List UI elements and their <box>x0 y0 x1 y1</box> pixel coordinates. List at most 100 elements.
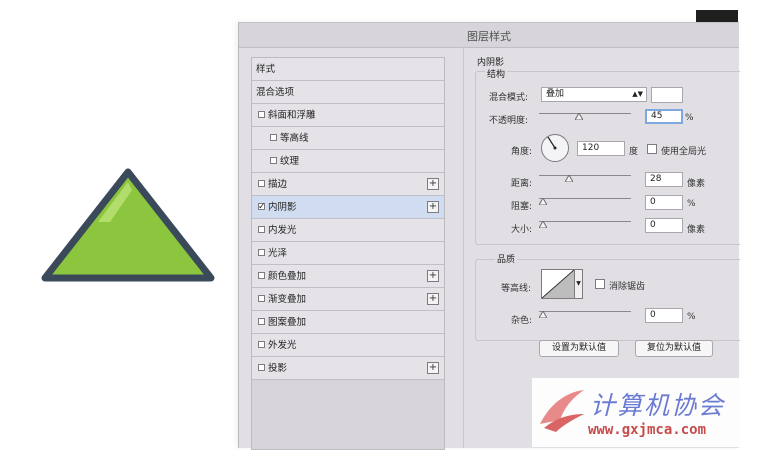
style-row-checkbox[interactable] <box>270 134 277 141</box>
distance-label: 距离: <box>511 179 533 189</box>
distance-unit: 像素 <box>687 179 706 189</box>
add-effect-plus-icon[interactable]: + <box>427 270 439 282</box>
style-row[interactable]: 描边 + <box>252 173 444 196</box>
opacity-slider-track[interactable] <box>539 113 631 114</box>
quality-header: 品质 <box>495 252 518 265</box>
distance-input[interactable]: 28 <box>645 172 683 187</box>
size-label: 大小: <box>511 225 533 235</box>
style-row-label: 光泽 <box>268 248 288 259</box>
noise-label: 杂色: <box>511 316 533 326</box>
style-row-label: 投影 <box>268 363 288 374</box>
choke-input[interactable]: 0 <box>645 195 683 210</box>
set-default-button[interactable]: 设置为默认值 <box>539 340 619 357</box>
anti-alias-label: 消除锯齿 <box>609 282 646 292</box>
style-row-checkbox[interactable] <box>258 111 265 118</box>
add-effect-plus-icon[interactable]: + <box>427 178 439 190</box>
style-row[interactable]: 样式 <box>252 58 444 81</box>
style-row-label: 描边 <box>268 179 288 190</box>
green-triangle-shape <box>41 168 215 282</box>
contour-linear-icon <box>542 270 574 298</box>
add-effect-plus-icon[interactable]: + <box>427 293 439 305</box>
distance-slider-thumb[interactable] <box>565 175 573 182</box>
styles-list: 样式混合选项斜面和浮雕等高线纹理描边 + ✓ 内阴影 + 内发光光泽颜色叠加 + 渐变叠加 + 图… <box>252 58 444 380</box>
style-row-label: 纹理 <box>280 156 300 167</box>
contour-dropdown-arrow[interactable]: ▼ <box>575 269 583 299</box>
style-row-label: 外发光 <box>268 340 297 351</box>
style-row-checkbox[interactable] <box>258 318 265 325</box>
anti-alias-checkbox[interactable] <box>595 279 605 289</box>
style-row[interactable]: 混合选项 <box>252 81 444 104</box>
choke-slider-thumb[interactable] <box>539 198 547 205</box>
style-row-label: 内阴影 <box>268 202 297 213</box>
styles-panel: 样式混合选项斜面和浮雕等高线纹理描边 + ✓ 内阴影 + 内发光光泽颜色叠加 + 渐变叠加 + 图… <box>251 57 445 450</box>
contour-preview[interactable] <box>541 269 575 299</box>
size-slider-track[interactable] <box>539 221 631 222</box>
add-effect-plus-icon[interactable]: + <box>427 362 439 374</box>
style-row-checkbox[interactable] <box>258 272 265 279</box>
style-row[interactable]: 光泽 <box>252 242 444 265</box>
contour-label: 等高线: <box>501 284 532 294</box>
noise-unit: % <box>687 312 696 322</box>
style-row-label: 图案叠加 <box>268 317 307 328</box>
style-row-checkbox[interactable] <box>258 226 265 233</box>
opacity-input[interactable]: 45 <box>645 109 683 124</box>
noise-slider-thumb[interactable] <box>539 311 547 318</box>
style-row-label: 渐变叠加 <box>268 294 307 305</box>
global-light-checkbox[interactable] <box>647 144 657 154</box>
style-row[interactable]: 投影 + <box>252 357 444 380</box>
style-row[interactable]: 纹理 <box>252 150 444 173</box>
global-light-label: 使用全局光 <box>661 147 707 157</box>
noise-slider-track[interactable] <box>539 311 631 312</box>
choke-label: 阻塞: <box>511 202 533 212</box>
opacity-label: 不透明度: <box>489 116 529 126</box>
style-row[interactable]: ✓ 内阴影 + <box>252 196 444 219</box>
style-row-checkbox[interactable] <box>258 295 265 302</box>
choke-unit: % <box>687 199 696 209</box>
style-row-checkbox[interactable] <box>258 249 265 256</box>
shadow-color-swatch[interactable] <box>651 87 683 103</box>
size-slider-thumb[interactable] <box>539 221 547 228</box>
dialog-title: 图层样式 <box>467 30 511 43</box>
style-row-checkbox[interactable] <box>270 157 277 164</box>
blend-mode-label: 混合模式: <box>489 93 529 103</box>
noise-input[interactable]: 0 <box>645 308 683 323</box>
dialog-titlebar: 图层样式 <box>239 23 739 48</box>
size-input[interactable]: 0 <box>645 218 683 233</box>
opacity-slider-thumb[interactable] <box>575 113 583 120</box>
angle-label: 角度: <box>511 147 533 157</box>
angle-unit: 度 <box>629 147 639 157</box>
angle-needle-icon <box>547 136 557 150</box>
size-unit: 像素 <box>687 225 706 235</box>
distance-slider-track[interactable] <box>539 175 631 176</box>
style-row[interactable]: 等高线 <box>252 127 444 150</box>
reset-default-button[interactable]: 复位为默认值 <box>635 340 713 357</box>
style-row[interactable]: 外发光 <box>252 334 444 357</box>
watermark-url: www.gxjmca.com <box>588 422 707 438</box>
style-row-label: 样式 <box>256 64 276 75</box>
style-row-checkbox[interactable] <box>258 341 265 348</box>
watermark-title: 计算机协会 <box>590 391 726 420</box>
style-row[interactable]: 颜色叠加 + <box>252 265 444 288</box>
quality-section <box>475 259 740 341</box>
style-row-checkbox[interactable] <box>258 180 265 187</box>
style-row-label: 斜面和浮雕 <box>268 110 316 121</box>
style-row[interactable]: 图案叠加 <box>252 311 444 334</box>
style-row-label: 内发光 <box>268 225 297 236</box>
blend-mode-select[interactable]: 叠加 ▲▼ <box>541 87 647 102</box>
style-row[interactable]: 内发光 <box>252 219 444 242</box>
checkmark-icon: ✓ <box>258 202 266 212</box>
panel-divider <box>463 47 464 448</box>
style-row-label: 颜色叠加 <box>268 271 307 282</box>
watermark-logo-icon <box>540 390 584 432</box>
angle-dial[interactable] <box>541 134 569 162</box>
style-row-label: 混合选项 <box>256 87 295 98</box>
add-effect-plus-icon[interactable]: + <box>427 201 439 213</box>
choke-slider-track[interactable] <box>539 198 631 199</box>
structure-header: 结构 <box>485 67 508 80</box>
style-row-label: 等高线 <box>280 133 309 144</box>
style-row[interactable]: 渐变叠加 + <box>252 288 444 311</box>
style-row-checkbox[interactable] <box>258 364 265 371</box>
style-row[interactable]: 斜面和浮雕 <box>252 104 444 127</box>
angle-input[interactable]: 120 <box>577 141 625 156</box>
opacity-unit: % <box>685 113 694 123</box>
